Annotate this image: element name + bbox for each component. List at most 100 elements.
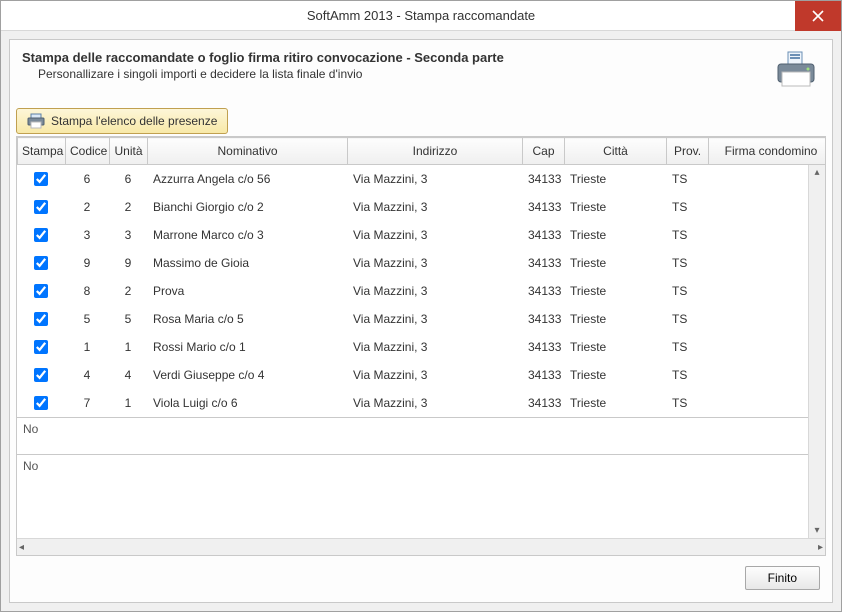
- titlebar: SoftAmm 2013 - Stampa raccomandate: [1, 1, 841, 31]
- table-row[interactable]: 71Viola Luigi c/o 6Via Mazzini, 334133Tr…: [17, 389, 825, 418]
- row-checkbox[interactable]: [34, 256, 48, 270]
- col-header-unita[interactable]: Unità: [110, 138, 148, 165]
- content-area: Stampa delle raccomandate o foglio firma…: [1, 31, 841, 611]
- cell-citta: Trieste: [564, 305, 666, 333]
- cell-cap: 34133: [522, 389, 564, 418]
- cell-citta: Trieste: [564, 277, 666, 305]
- table-row[interactable]: 66Azzurra Angela c/o 56Via Mazzini, 3341…: [17, 165, 825, 193]
- cell-unita: 2: [109, 193, 147, 221]
- close-icon: [812, 10, 824, 22]
- cell-codice: 9: [65, 249, 109, 277]
- summary-label: No: [17, 418, 825, 441]
- cell-prov: TS: [666, 277, 708, 305]
- row-checkbox[interactable]: [34, 396, 48, 410]
- cell-cap: 34133: [522, 305, 564, 333]
- page-subtitle: Personallizare i singoli importi e decid…: [38, 67, 504, 81]
- cell-codice: 5: [65, 305, 109, 333]
- row-checkbox[interactable]: [34, 340, 48, 354]
- table-row[interactable]: 55Rosa Maria c/o 5Via Mazzini, 334133Tri…: [17, 305, 825, 333]
- col-header-nominativo[interactable]: Nominativo: [148, 138, 348, 165]
- col-header-citta[interactable]: Città: [565, 138, 667, 165]
- scroll-track[interactable]: [26, 539, 816, 555]
- col-header-cap[interactable]: Cap: [523, 138, 565, 165]
- cell-nominativo: Bianchi Giorgio c/o 2: [147, 193, 347, 221]
- col-header-prov[interactable]: Prov.: [667, 138, 709, 165]
- col-header-indirizzo[interactable]: Indirizzo: [348, 138, 523, 165]
- summary-row: No: [17, 418, 825, 441]
- table-row[interactable]: 33Marrone Marco c/o 3Via Mazzini, 334133…: [17, 221, 825, 249]
- cell-codice: 6: [65, 165, 109, 193]
- vertical-scrollbar[interactable]: ▴ ▾: [808, 165, 825, 538]
- cell-prov: TS: [666, 249, 708, 277]
- app-window: SoftAmm 2013 - Stampa raccomandate Stamp…: [0, 0, 842, 612]
- cell-prov: TS: [666, 305, 708, 333]
- cell-nominativo: Verdi Giuseppe c/o 4: [147, 361, 347, 389]
- cell-indirizzo: Via Mazzini, 3: [347, 277, 522, 305]
- horizontal-scrollbar[interactable]: ◂ ▸: [17, 538, 825, 555]
- cell-unita: 5: [109, 305, 147, 333]
- summary-row-2: No: [17, 455, 825, 478]
- cell-codice: 7: [65, 389, 109, 418]
- cell-unita: 1: [109, 389, 147, 418]
- cell-unita: 2: [109, 277, 147, 305]
- row-checkbox[interactable]: [34, 200, 48, 214]
- cell-unita: 4: [109, 361, 147, 389]
- cell-prov: TS: [666, 193, 708, 221]
- print-presenze-label: Stampa l'elenco delle presenze: [51, 114, 217, 128]
- cell-indirizzo: Via Mazzini, 3: [347, 193, 522, 221]
- col-header-firma[interactable]: Firma condomino: [709, 138, 827, 165]
- cell-unita: 6: [109, 165, 147, 193]
- cell-citta: Trieste: [564, 165, 666, 193]
- col-header-codice[interactable]: Codice: [66, 138, 110, 165]
- cell-indirizzo: Via Mazzini, 3: [347, 389, 522, 418]
- row-checkbox[interactable]: [34, 312, 48, 326]
- table-row[interactable]: 44Verdi Giuseppe c/o 4Via Mazzini, 33413…: [17, 361, 825, 389]
- cell-citta: Trieste: [564, 333, 666, 361]
- cell-nominativo: Azzurra Angela c/o 56: [147, 165, 347, 193]
- cell-indirizzo: Via Mazzini, 3: [347, 165, 522, 193]
- cell-indirizzo: Via Mazzini, 3: [347, 361, 522, 389]
- cell-unita: 1: [109, 333, 147, 361]
- cell-unita: 9: [109, 249, 147, 277]
- row-checkbox[interactable]: [34, 172, 48, 186]
- cell-citta: Trieste: [564, 249, 666, 277]
- table-row[interactable]: 22Bianchi Giorgio c/o 2Via Mazzini, 3341…: [17, 193, 825, 221]
- cell-prov: TS: [666, 165, 708, 193]
- cell-indirizzo: Via Mazzini, 3: [347, 249, 522, 277]
- cell-cap: 34133: [522, 361, 564, 389]
- data-grid: Stampa Codice Unità Nominativo Indirizzo…: [16, 136, 826, 556]
- finish-button[interactable]: Finito: [745, 566, 820, 590]
- table-row[interactable]: 11Rossi Mario c/o 1Via Mazzini, 334133Tr…: [17, 333, 825, 361]
- cell-prov: TS: [666, 361, 708, 389]
- close-button[interactable]: [795, 1, 841, 31]
- table-row[interactable]: 82ProvaVia Mazzini, 334133TriesteTS: [17, 277, 825, 305]
- footer: Finito: [16, 556, 826, 592]
- cell-cap: 34133: [522, 193, 564, 221]
- cell-nominativo: Rossi Mario c/o 1: [147, 333, 347, 361]
- cell-codice: 4: [65, 361, 109, 389]
- cell-codice: 8: [65, 277, 109, 305]
- row-checkbox[interactable]: [34, 284, 48, 298]
- summary-label-2: No: [17, 455, 825, 478]
- cell-unita: 3: [109, 221, 147, 249]
- cell-prov: TS: [666, 221, 708, 249]
- cell-nominativo: Massimo de Gioia: [147, 249, 347, 277]
- print-presenze-button[interactable]: Stampa l'elenco delle presenze: [16, 108, 228, 134]
- cell-cap: 34133: [522, 277, 564, 305]
- cell-cap: 34133: [522, 221, 564, 249]
- scroll-left-icon: ◂: [19, 542, 24, 553]
- cell-citta: Trieste: [564, 221, 666, 249]
- window-title: SoftAmm 2013 - Stampa raccomandate: [307, 8, 535, 23]
- cell-codice: 1: [65, 333, 109, 361]
- cell-indirizzo: Via Mazzini, 3: [347, 221, 522, 249]
- cell-prov: TS: [666, 389, 708, 418]
- table-row[interactable]: 99Massimo de GioiaVia Mazzini, 334133Tri…: [17, 249, 825, 277]
- grid-body: 66Azzurra Angela c/o 56Via Mazzini, 3341…: [17, 165, 825, 538]
- cell-nominativo: Prova: [147, 277, 347, 305]
- row-checkbox[interactable]: [34, 368, 48, 382]
- row-checkbox[interactable]: [34, 228, 48, 242]
- cell-citta: Trieste: [564, 361, 666, 389]
- cell-cap: 34133: [522, 333, 564, 361]
- print-icon: [27, 113, 45, 129]
- col-header-stampa[interactable]: Stampa: [18, 138, 66, 165]
